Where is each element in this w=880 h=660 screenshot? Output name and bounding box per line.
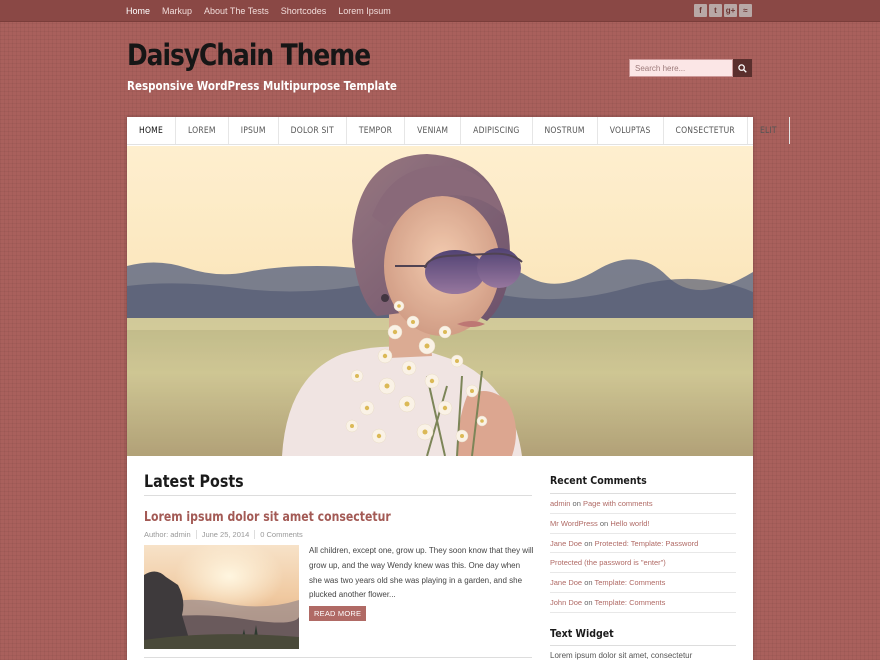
recent-comment-item: Jane Doe on Template: Comments: [550, 573, 736, 593]
comment-on-text: on: [599, 518, 609, 528]
divider: [144, 495, 532, 496]
comment-author-link[interactable]: Jane Doe: [550, 578, 582, 587]
post-comments-link[interactable]: 0 Comments: [260, 530, 308, 539]
recent-comment-item: John Doe on Template: Comments: [550, 593, 736, 613]
nav-item-consectetur[interactable]: CONSECTETUR: [664, 117, 748, 144]
comment-on-text: on: [584, 578, 593, 588]
top-menu-item-lorem-ipsum[interactable]: Lorem Ipsum: [338, 0, 391, 22]
divider: [144, 657, 532, 658]
nav-item-veniam[interactable]: VENIAM: [405, 117, 462, 144]
site-description: Responsive WordPress Multipurpose Templa…: [127, 79, 397, 93]
comment-author-link[interactable]: John Doe: [550, 598, 582, 607]
comment-on-text: on: [572, 499, 581, 508]
twitter-icon[interactable]: t: [709, 4, 722, 17]
thumbnail-photo-mountain-sunset: [144, 545, 299, 649]
top-menu: Home Markup About The Tests Shortcodes Lorem…: [126, 0, 403, 22]
recent-comment-item: admin on Page with comments: [550, 494, 736, 514]
comment-post-link[interactable]: Page with comments: [583, 499, 653, 508]
text-widget-heading: Text Widget: [550, 627, 614, 640]
top-menu-item-home[interactable]: Home: [126, 0, 150, 22]
post-excerpt: All children, except one, grow up. They …: [309, 546, 534, 600]
top-bar: Home Markup About The Tests Shortcodes Lorem…: [0, 0, 880, 22]
comment-author-link[interactable]: admin: [550, 499, 570, 508]
comment-post-link[interactable]: Hello world!: [610, 519, 649, 528]
comment-post-link[interactable]: Protected: Template: Password: [595, 539, 699, 548]
top-menu-item-about-the-tests[interactable]: About The Tests: [204, 0, 269, 22]
search-form: [629, 59, 752, 77]
divider: [550, 645, 736, 646]
text-widget-body: Lorem ipsum dolor sit amet, consectetur: [550, 651, 693, 660]
rss-icon[interactable]: ≈: [739, 4, 752, 17]
hero-slider-image[interactable]: [127, 146, 753, 456]
nav-item-lorem[interactable]: LOREM: [176, 117, 229, 144]
recent-comments-list: admin on Page with comments Mr WordPress …: [550, 494, 736, 613]
site-title[interactable]: DaisyChain Theme: [127, 38, 371, 72]
nav-item-nostrum[interactable]: NOSTRUM: [533, 117, 598, 144]
nav-item-tempor[interactable]: TEMPOR: [347, 117, 406, 144]
comment-post-link[interactable]: Template: Comments: [595, 578, 666, 587]
comment-author-link[interactable]: Mr WordPress: [550, 519, 598, 528]
recent-comment-item: Mr WordPress on Hello world!: [550, 514, 736, 534]
main-content-card: HOME LOREM IPSUM DOLOR SIT TEMPOR VENIAM ADIPI…: [127, 117, 790, 660]
nav-item-voluptas[interactable]: VOLUPTAS: [598, 117, 664, 144]
search-icon: [738, 63, 747, 73]
recent-comments-heading: Recent Comments: [550, 474, 647, 487]
post-meta: Author: admin June 25, 2014 0 Comments: [144, 530, 313, 539]
social-links: f t g+ ≈: [694, 4, 752, 17]
nav-item-elit[interactable]: ELIT: [748, 117, 790, 144]
post-thumbnail[interactable]: [144, 545, 299, 649]
recent-comment-item: Protected (the password is "enter"): [550, 553, 736, 574]
top-menu-item-shortcodes[interactable]: Shortcodes: [281, 0, 327, 22]
comment-post-link[interactable]: Protected (the password is "enter"): [550, 558, 666, 567]
nav-item-home[interactable]: HOME: [127, 117, 177, 144]
post-date: June 25, 2014: [202, 530, 256, 539]
nav-item-dolor-sit[interactable]: DOLOR SIT: [279, 117, 347, 144]
post-title-link[interactable]: Lorem ipsum dolor sit amet consectetur: [144, 510, 391, 525]
latest-posts-heading: Latest Posts: [144, 472, 244, 492]
google-plus-icon[interactable]: g+: [724, 4, 737, 17]
post-author[interactable]: Author: admin: [144, 530, 197, 539]
search-button[interactable]: [733, 59, 752, 77]
read-more-button[interactable]: READ MORE: [309, 606, 367, 621]
search-input[interactable]: [629, 59, 733, 77]
main-navigation: HOME LOREM IPSUM DOLOR SIT TEMPOR VENIAM ADIPI…: [127, 117, 790, 145]
facebook-icon[interactable]: f: [694, 4, 707, 17]
comment-on-text: on: [584, 597, 593, 607]
top-menu-item-markup[interactable]: Markup: [162, 0, 192, 22]
comment-author-link[interactable]: Jane Doe: [550, 539, 582, 548]
hero-photo-woman-with-daisies: [127, 146, 753, 456]
nav-item-adipiscing[interactable]: ADIPISCING: [461, 117, 533, 144]
nav-item-ipsum[interactable]: IPSUM: [229, 117, 279, 144]
comment-on-text: on: [584, 538, 593, 548]
recent-comment-item: Jane Doe on Protected: Template: Passwor…: [550, 534, 736, 554]
comment-post-link[interactable]: Template: Comments: [595, 598, 666, 607]
